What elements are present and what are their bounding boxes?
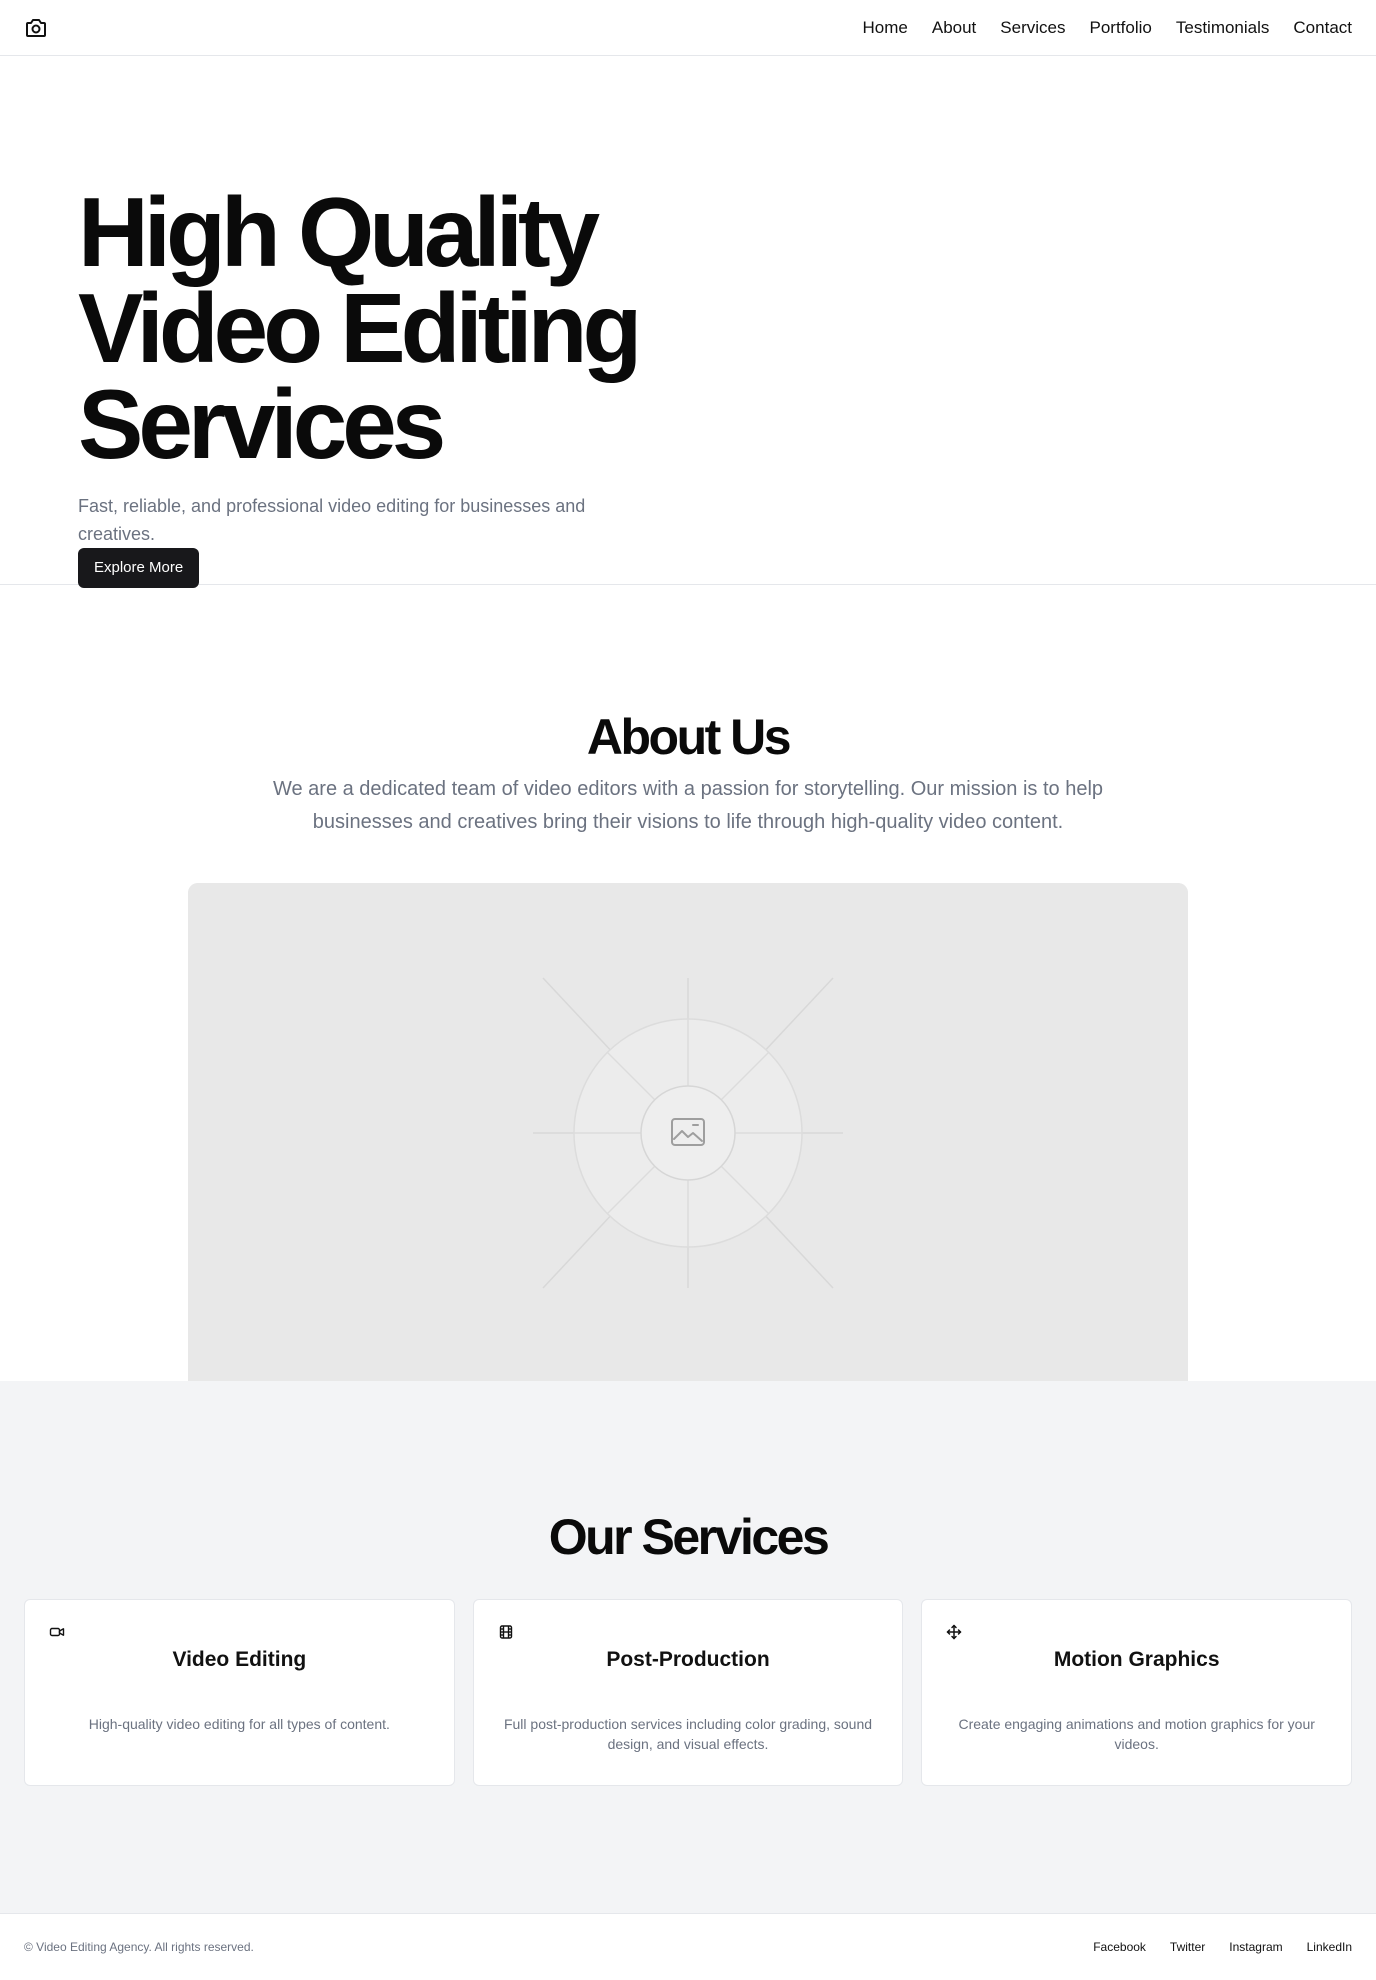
service-title: Post-Production bbox=[606, 1648, 770, 1671]
service-description: Create engaging animations and motion gr… bbox=[958, 1716, 1315, 1752]
about-title: About Us bbox=[586, 709, 792, 765]
service-title: Motion Graphics bbox=[1053, 1648, 1220, 1671]
service-description: Full post-production services including … bbox=[503, 1716, 873, 1752]
site-header: Home About Services Portfolio Testimonia… bbox=[0, 0, 1376, 56]
service-title: Video Editing bbox=[172, 1648, 307, 1671]
hero-subtitle: Fast, reliable, and professional video e… bbox=[78, 496, 586, 544]
copyright-text: © Video Editing Agency. All rights reser… bbox=[24, 1940, 254, 1954]
services-cards: Video Editing High-quality video editing… bbox=[0, 1599, 1376, 1786]
about-section: About Us We are a dedicated team of vide… bbox=[0, 585, 1376, 1381]
nav-about[interactable]: About bbox=[932, 18, 976, 38]
nav-testimonials[interactable]: Testimonials bbox=[1176, 18, 1270, 38]
services-title: Our Services bbox=[548, 1509, 830, 1565]
services-section: Our Services Video Editing High-quality … bbox=[0, 1381, 1376, 1913]
service-card-video-editing: Video Editing High-quality video editing… bbox=[24, 1599, 455, 1786]
site-footer: © Video Editing Agency. All rights reser… bbox=[0, 1913, 1376, 1980]
service-card-motion-graphics: Motion Graphics Create engaging animatio… bbox=[921, 1599, 1353, 1786]
camera-icon[interactable] bbox=[24, 16, 48, 40]
nav-home[interactable]: Home bbox=[863, 18, 908, 38]
footer-link-instagram[interactable]: Instagram bbox=[1229, 1940, 1282, 1954]
main-nav: Home About Services Portfolio Testimonia… bbox=[863, 18, 1353, 38]
footer-link-facebook[interactable]: Facebook bbox=[1093, 1940, 1146, 1954]
explore-more-button[interactable]: Explore More bbox=[78, 548, 200, 588]
film-icon bbox=[498, 1624, 514, 1640]
social-links: Facebook Twitter Instagram LinkedIn bbox=[1093, 1940, 1352, 1954]
footer-link-linkedin[interactable]: LinkedIn bbox=[1307, 1940, 1352, 1954]
hero-title: High Quality Video Editing Services bbox=[78, 177, 642, 479]
about-image-placeholder bbox=[188, 883, 1188, 1381]
footer-link-twitter[interactable]: Twitter bbox=[1170, 1940, 1205, 1954]
video-camera-icon bbox=[49, 1624, 65, 1640]
service-description: High-quality video editing for all types… bbox=[88, 1716, 390, 1732]
nav-services[interactable]: Services bbox=[1000, 18, 1065, 38]
about-text: We are a dedicated team of video editors… bbox=[272, 778, 1104, 833]
move-icon bbox=[946, 1624, 962, 1640]
nav-contact[interactable]: Contact bbox=[1293, 18, 1352, 38]
nav-portfolio[interactable]: Portfolio bbox=[1089, 18, 1151, 38]
hero-section: High Quality Video Editing Services Fast… bbox=[0, 56, 1376, 588]
service-card-post-production: Post-Production Full post-production ser… bbox=[472, 1599, 904, 1786]
